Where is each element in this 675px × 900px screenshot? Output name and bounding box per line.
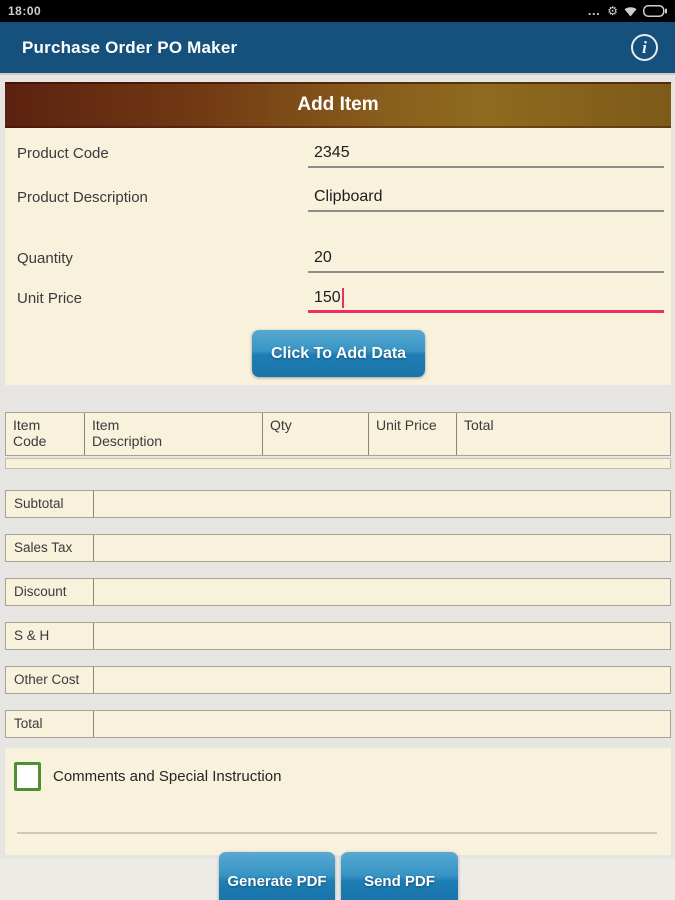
status-clock: 18:00 (8, 4, 42, 18)
add-item-form: Product Code 2345 Product Description Cl… (5, 128, 671, 385)
product-code-input[interactable]: 2345 (308, 140, 664, 168)
table-header-qty: Qty (263, 413, 369, 455)
wifi-icon (624, 6, 637, 16)
unit-price-label: Unit Price (17, 290, 83, 307)
unit-price-value: 150 (314, 289, 341, 306)
gear-icon: ⚙ (607, 4, 618, 18)
quantity-label: Quantity (17, 250, 73, 267)
summary-row-subtotal: Subtotal (5, 490, 671, 518)
text-cursor (341, 287, 344, 308)
send-pdf-button[interactable]: Send PDF (341, 852, 458, 900)
form-field-product-description: Product Description Clipboard (5, 184, 671, 212)
items-table-header: Item Code Item Description Qty Unit Pric… (5, 412, 671, 456)
table-header-item-code: Item Code (6, 413, 85, 455)
table-empty-row (5, 458, 671, 469)
product-description-label: Product Description (17, 189, 148, 206)
comments-panel: Comments and Special Instruction (5, 748, 671, 855)
total-label: Total (6, 711, 94, 737)
s-and-h-value[interactable] (94, 623, 670, 649)
table-header-item-description: Item Description (85, 413, 263, 455)
comments-checkbox[interactable] (14, 762, 41, 791)
table-header-unit-price: Unit Price (369, 413, 457, 455)
quantity-input[interactable]: 20 (308, 245, 664, 273)
form-field-product-code: Product Code 2345 (5, 140, 671, 168)
summary-row-other-cost: Other Cost (5, 666, 671, 694)
generate-pdf-button[interactable]: Generate PDF (219, 852, 335, 900)
discount-value[interactable] (94, 579, 670, 605)
info-icon[interactable]: i (631, 34, 658, 61)
status-bar: 18:00 … ⚙ (0, 0, 675, 22)
app-bar: Purchase Order PO Maker i (0, 22, 675, 75)
sales-tax-label: Sales Tax (6, 535, 94, 561)
summary-row-discount: Discount (5, 578, 671, 606)
signal-strength-icon: … (587, 3, 602, 18)
summary-row-s-and-h: S & H (5, 622, 671, 650)
unit-price-input[interactable]: 150 (308, 285, 664, 313)
app-title: Purchase Order PO Maker (22, 37, 238, 57)
other-cost-value[interactable] (94, 667, 670, 693)
add-item-title: Add Item (297, 94, 379, 115)
form-field-quantity: Quantity 20 (5, 245, 671, 273)
product-description-input[interactable]: Clipboard (308, 184, 664, 212)
subtotal-label: Subtotal (6, 491, 94, 517)
click-to-add-data-button[interactable]: Click To Add Data (252, 330, 425, 377)
summary-row-total: Total (5, 710, 671, 738)
battery-icon (643, 5, 667, 17)
comments-label: Comments and Special Instruction (53, 768, 282, 785)
subtotal-value[interactable] (94, 491, 670, 517)
comments-input[interactable] (17, 832, 657, 834)
form-field-unit-price: Unit Price 150 (5, 285, 671, 313)
status-icons: … ⚙ (587, 4, 667, 18)
s-and-h-label: S & H (6, 623, 94, 649)
table-header-total: Total (464, 417, 494, 433)
discount-label: Discount (6, 579, 94, 605)
summary-row-sales-tax: Sales Tax (5, 534, 671, 562)
product-code-label: Product Code (17, 145, 109, 162)
total-value[interactable] (94, 711, 670, 737)
footer-strip (0, 858, 675, 900)
sales-tax-value[interactable] (94, 535, 670, 561)
add-item-banner: Add Item (5, 82, 671, 128)
app-screen: 18:00 … ⚙ Purchase Order PO Maker i Add … (0, 0, 675, 900)
other-cost-label: Other Cost (6, 667, 94, 693)
